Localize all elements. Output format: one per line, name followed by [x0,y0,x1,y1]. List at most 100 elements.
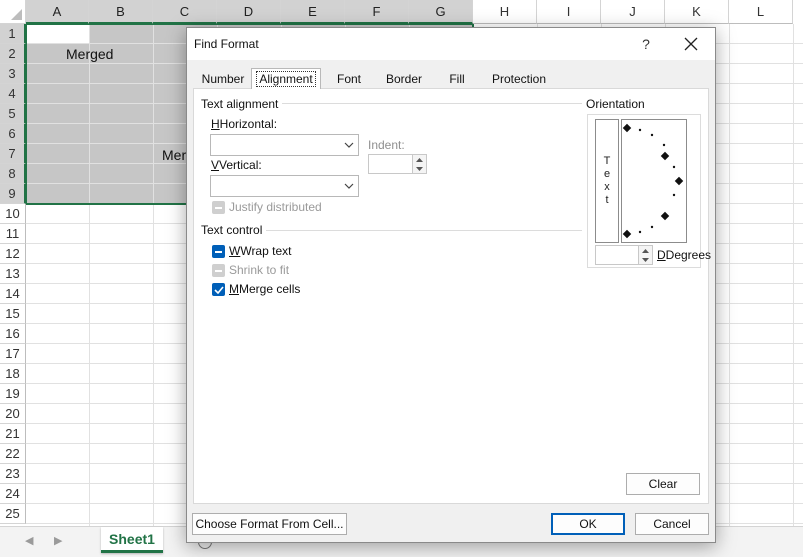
spin-up-icon[interactable] [412,155,426,164]
shrink-to-fit-checkbox[interactable] [212,264,225,277]
scroll-left-icon[interactable]: ◀ [25,534,33,547]
spin-down-icon[interactable] [412,164,426,173]
merge-cells-checkbox[interactable] [212,283,225,296]
column-header-k[interactable]: K [665,0,729,24]
row-header-13[interactable]: 13 [0,264,26,284]
row-header-23[interactable]: 23 [0,464,26,484]
dialog-title-bar[interactable]: Find Format ? [187,28,715,60]
column-header-c[interactable]: C [153,0,217,24]
checkmark-icon [213,285,224,294]
column-header-a[interactable]: A [26,0,89,24]
spin-down-icon[interactable] [638,255,652,264]
merge-cells-label: MMerge cells [229,282,301,296]
column-header-f[interactable]: F [345,0,409,24]
row-header-24[interactable]: 24 [0,484,26,504]
row-header-6[interactable]: 6 [0,124,26,144]
close-button[interactable] [679,33,703,55]
cancel-button[interactable]: Cancel [635,513,709,535]
tab-font[interactable]: Font [327,70,371,88]
dialog-title: Find Format [194,37,259,51]
row-header-1[interactable]: 1 [0,24,26,44]
indent-label: Indent: [368,138,405,152]
horizontal-combo[interactable] [210,134,359,156]
row-header-20[interactable]: 20 [0,404,26,424]
wrap-text-label: WWrap text [229,244,292,258]
gridline-vertical [729,24,730,526]
tab-number[interactable]: Number [199,70,247,88]
orientation-box: T e x t DDegrees [587,114,711,268]
horizontal-label: HHorizontal: [211,117,278,131]
tab-alignment-label: Alignment [256,71,316,87]
column-header-i[interactable]: I [537,0,601,24]
column-header-g[interactable]: G [409,0,473,24]
row-header-21[interactable]: 21 [0,424,26,444]
column-header-d[interactable]: D [217,0,281,24]
text-alignment-group-label: Text alignment [201,97,283,111]
column-header-e[interactable]: E [281,0,345,24]
vertical-text-letter: x [604,181,610,193]
row-header-5[interactable]: 5 [0,104,26,124]
row-header-2[interactable]: 2 [0,44,26,64]
cell-merged-row7[interactable]: Mer [162,147,186,163]
justify-distributed-checkbox[interactable] [212,201,225,214]
shrink-to-fit-label: Shrink to fit [229,263,290,277]
sheet-tab-sheet1[interactable]: Sheet1 [101,527,163,553]
row-header-16[interactable]: 16 [0,324,26,344]
horizontal-label-text: Horizontal: [219,117,278,131]
column-header-h[interactable]: H [473,0,537,24]
orientation-group-label: Orientation [586,97,649,111]
select-all-corner[interactable] [0,0,26,24]
row-header-18[interactable]: 18 [0,364,26,384]
vertical-text-button[interactable]: T e x t [595,119,619,243]
row-header-14[interactable]: 14 [0,284,26,304]
merge-cells-label-text: Merge cells [239,282,301,296]
row-header-17[interactable]: 17 [0,344,26,364]
row-header-7[interactable]: 7 [0,144,26,164]
row-header-22[interactable]: 22 [0,444,26,464]
help-button[interactable]: ? [636,34,656,54]
row-header-19[interactable]: 19 [0,384,26,404]
vertical-combo[interactable] [210,175,359,197]
wrap-text-checkbox[interactable] [212,245,225,258]
ok-button[interactable]: OK [551,513,625,535]
row-header-10[interactable]: 10 [0,204,26,224]
tab-border[interactable]: Border [381,70,427,88]
row-header-12[interactable]: 12 [0,244,26,264]
row-header-3[interactable]: 3 [0,64,26,84]
row-header-4[interactable]: 4 [0,84,26,104]
row-header-8[interactable]: 8 [0,164,26,184]
row-header-9[interactable]: 9 [0,184,26,204]
vertical-label-text: Vertical: [219,158,262,172]
choose-format-from-cell-button[interactable]: Choose Format From Cell... [192,513,347,535]
indent-spinner[interactable] [368,154,427,174]
vertical-label: VVertical: [211,158,262,172]
chevron-down-icon[interactable] [340,176,358,196]
cell-merged-b2[interactable]: Merged [66,46,113,62]
wrap-text-label-text: Wrap text [240,244,292,258]
tab-protection[interactable]: Protection [485,70,553,88]
scroll-right-icon[interactable]: ▶ [54,534,62,547]
alignment-panel: Text alignment HHorizontal: Indent: VVer… [193,88,711,504]
orientation-dial-icon [622,123,684,239]
vertical-text-letter: e [603,168,611,180]
text-control-group-label: Text control [201,223,267,237]
spin-up-icon[interactable] [638,246,652,255]
row-header-15[interactable]: 15 [0,304,26,324]
degrees-label-text: Degrees [665,248,712,262]
column-header-j[interactable]: J [601,0,665,24]
degrees-spinner[interactable] [595,245,653,265]
vertical-text-letter: T [603,155,611,167]
row-header-25[interactable]: 25 [0,504,26,524]
tab-alignment[interactable]: Alignment [251,68,321,89]
row-header-11[interactable]: 11 [0,224,26,244]
gridline-vertical [793,24,794,526]
column-header-b[interactable]: B [89,0,153,24]
clear-button[interactable]: Clear [626,473,700,495]
column-header-l[interactable]: L [729,0,793,24]
close-icon [684,37,698,51]
chevron-down-icon[interactable] [340,135,358,155]
orientation-dial[interactable] [621,119,687,243]
find-format-dialog: Find Format ? Number Alignment Font Bord… [186,27,716,543]
tab-fill[interactable]: Fill [441,70,473,88]
degrees-label: DDegrees [657,248,712,262]
